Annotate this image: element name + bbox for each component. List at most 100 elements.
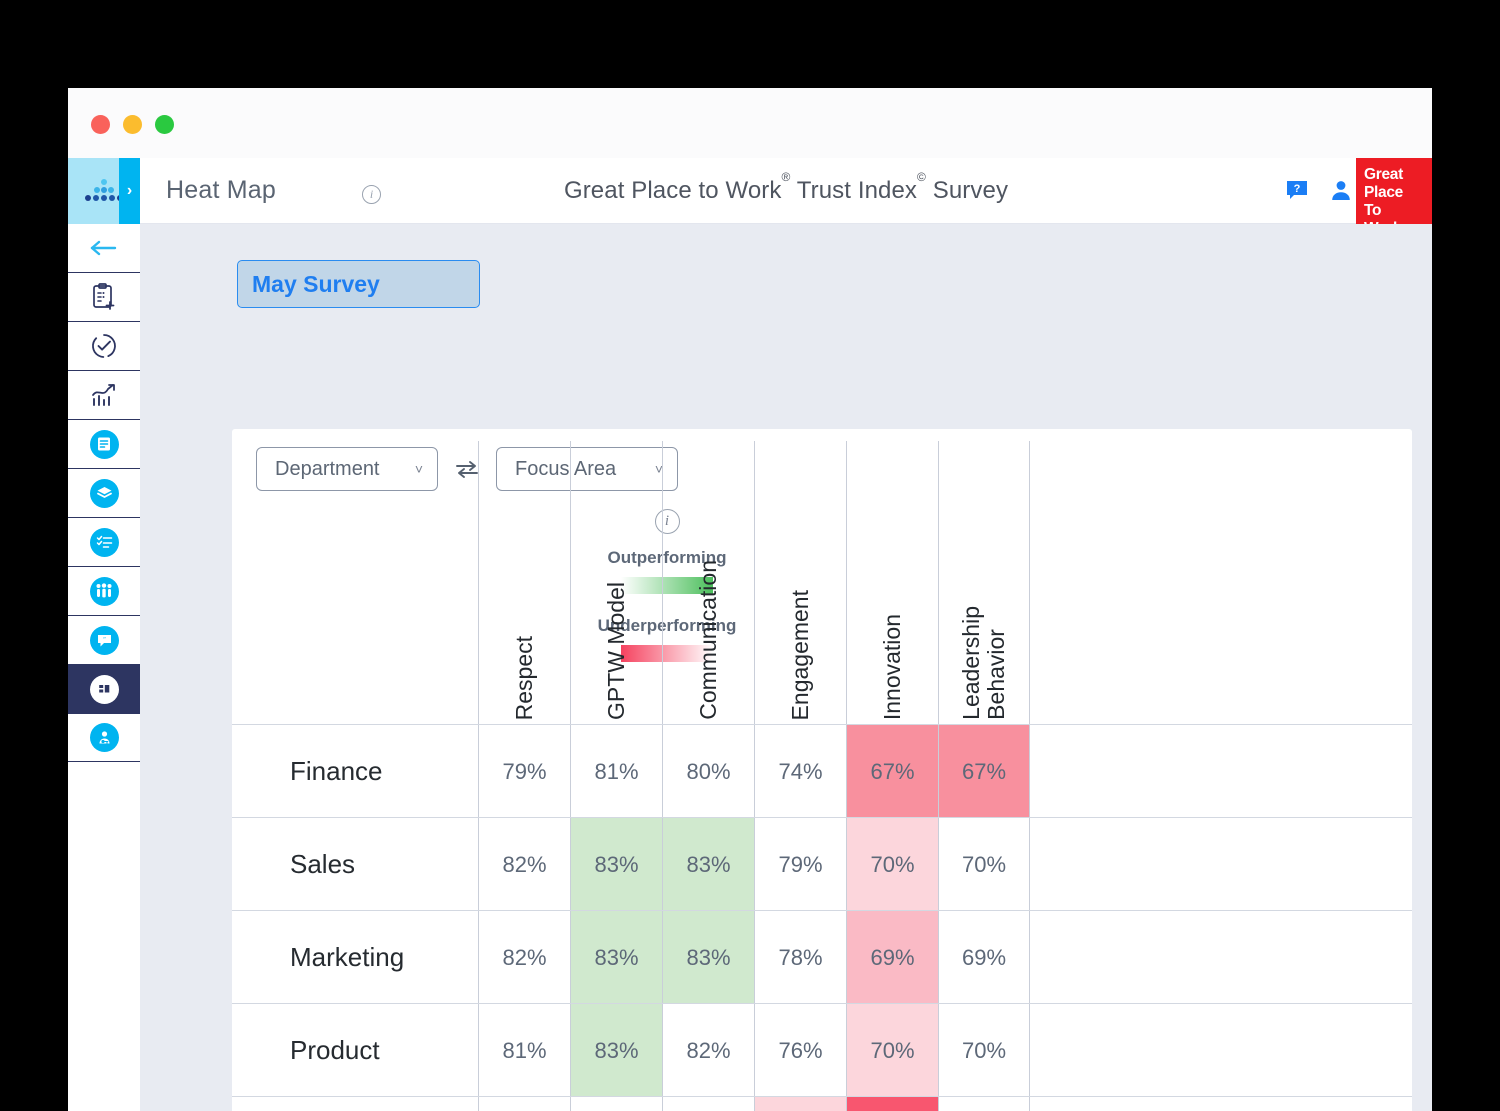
document-icon-wrap [89, 429, 119, 459]
heatmap-col-header-label: Leadership Behavior [958, 606, 1009, 720]
heatmap-cell[interactable]: 74% [754, 725, 846, 818]
user-avatar-icon[interactable] [1330, 179, 1352, 201]
sidebar-item-checklist[interactable] [68, 517, 140, 566]
heatmap-col-header-label: Communication [695, 560, 721, 720]
heatmap-cell[interactable]: 70% [938, 1004, 1030, 1097]
chevron-down-icon: ˅ [414, 461, 423, 477]
heatmap-cell[interactable]: 67% [938, 725, 1030, 818]
sidebar-item-account[interactable] [68, 713, 140, 762]
survey-title: Great Place to Work® Trust Index© Survey [140, 170, 1432, 205]
heatmap-icon [97, 683, 111, 695]
swap-arrows-icon[interactable] [454, 459, 480, 479]
heatmap-cell[interactable]: 82% [662, 1004, 754, 1097]
heatmap-cell[interactable] [478, 1097, 570, 1111]
heatmap-cell[interactable]: 70% [846, 818, 938, 911]
sidebar-item-people[interactable] [68, 566, 140, 615]
heatmap-cell[interactable]: 78% [754, 911, 846, 1004]
sidebar-rail: › ” [68, 158, 140, 1111]
comment-quote-icon-wrap: ” [89, 625, 119, 655]
heatmap-cell[interactable]: 83% [570, 818, 662, 911]
heatmap-cell[interactable]: 82% [478, 911, 570, 1004]
browser-window: › ” Heat Map i Great Place to Work® Trus… [68, 88, 1432, 1111]
sidebar-logo[interactable]: › [68, 158, 140, 224]
people-group-icon [96, 583, 112, 598]
table-row [232, 1096, 1412, 1111]
logo-line-1: Great [1364, 166, 1403, 183]
window-titlebar [68, 88, 1432, 158]
arrow-left-icon [90, 240, 117, 256]
sidebar-back-button[interactable] [68, 224, 140, 272]
heatmap-column-headers: Respect GPTW Model Communication Engagement… [478, 441, 1030, 724]
heatmap-row-cells: 81% 83% 82% 76% 70% 70% [478, 1004, 1030, 1097]
table-row: Marketing 82% 83% 83% 78% 69% 69% [232, 910, 1412, 1004]
heatmap-col-header-label: GPTW Model [603, 581, 629, 720]
table-row: Finance 79% 81% 80% 74% 67% 67% [232, 724, 1412, 818]
heatmap-cell[interactable]: 83% [570, 911, 662, 1004]
heatmap-cell[interactable]: 83% [570, 1004, 662, 1097]
heatmap-col-header: Leadership Behavior [938, 441, 1030, 724]
maximize-window-button[interactable] [155, 115, 174, 134]
help-chat-icon[interactable]: ? [1286, 180, 1308, 201]
survey-tab-may[interactable]: May Survey [237, 260, 480, 308]
sidebar-item-survey-status[interactable] [68, 321, 140, 370]
minimize-window-button[interactable] [123, 115, 142, 134]
heatmap-cell[interactable] [846, 1097, 938, 1111]
heatmap-cell[interactable]: 83% [662, 911, 754, 1004]
heatmap-col-header-label: Respect [511, 635, 537, 720]
survey-title-b: Trust Index [790, 177, 918, 204]
heatmap-row-label: Marketing [290, 941, 405, 972]
heatmap-cell[interactable]: 80% [662, 725, 754, 818]
heatmap-cell[interactable]: 81% [570, 725, 662, 818]
heatmap-col-header: Engagement [754, 441, 846, 724]
layers-icon [96, 487, 112, 498]
heatmap-cell[interactable]: 76% [754, 1004, 846, 1097]
heatmap-cell[interactable]: 79% [478, 725, 570, 818]
chart-trend-icon [92, 384, 115, 406]
svg-text:”: ” [103, 637, 106, 643]
heatmap-row-cells: 82% 83% 83% 78% 69% 69% [478, 911, 1030, 1004]
heatmap-col-header: Innovation [846, 441, 938, 724]
close-window-button[interactable] [91, 115, 110, 134]
heatmap-col-header: GPTW Model [570, 441, 662, 724]
survey-title-c: Survey [925, 177, 1009, 204]
sidebar-item-new-survey[interactable] [68, 272, 140, 321]
heatmap-cell[interactable]: 70% [846, 1004, 938, 1097]
content-area: May Survey Department ˅ Focus Area ˅ i O… [140, 224, 1432, 1111]
sidebar-item-analytics[interactable] [68, 370, 140, 419]
heatmap-cell[interactable]: 83% [662, 818, 754, 911]
heatmap-cell[interactable] [570, 1097, 662, 1111]
checklist-icon [96, 535, 112, 548]
heatmap-row-label: Finance [290, 755, 383, 786]
sidebar-item-reports[interactable] [68, 419, 140, 468]
heatmap-cell[interactable]: 67% [846, 725, 938, 818]
user-key-icon [99, 730, 109, 744]
sidebar-expand-button[interactable]: › [119, 158, 140, 224]
heatmap-rows: Finance 79% 81% 80% 74% 67% 67% Sales 82% 83% 83% 7… [232, 724, 1412, 1111]
heatmap-row-cells [478, 1097, 1030, 1111]
heatmap-cell[interactable]: 69% [846, 911, 938, 1004]
heatmap-cell[interactable]: 70% [938, 818, 1030, 911]
heatmap-cell[interactable]: 79% [754, 818, 846, 911]
heatmap-col-header-label: Engagement [787, 589, 813, 720]
heatmap-cell[interactable]: 82% [478, 818, 570, 911]
checklist-icon-wrap [89, 527, 119, 557]
document-icon [98, 437, 110, 451]
heatmap-panel: Department ˅ Focus Area ˅ i Outperformin… [232, 429, 1412, 1111]
sidebar-item-layers[interactable] [68, 468, 140, 517]
svg-text:?: ? [1294, 183, 1301, 195]
heatmap-row-label: Product [290, 1034, 380, 1065]
logo-line-2: Place [1364, 184, 1404, 201]
heatmap-cell[interactable]: 81% [478, 1004, 570, 1097]
heatmap-col-header-label: Innovation [879, 613, 905, 720]
heatmap-cell[interactable]: 69% [938, 911, 1030, 1004]
comment-quote-icon: ” [97, 634, 111, 646]
registered-mark: ® [781, 169, 791, 184]
sidebar-item-heatmap[interactable] [68, 664, 140, 713]
heatmap-cell[interactable] [662, 1097, 754, 1111]
sidebar-item-comments[interactable]: ” [68, 615, 140, 664]
heatmap-cell[interactable] [938, 1097, 1030, 1111]
department-dropdown[interactable]: Department ˅ [256, 447, 438, 491]
heatmap-cell[interactable] [754, 1097, 846, 1111]
heatmap-row-cells: 79% 81% 80% 74% 67% 67% [478, 725, 1030, 818]
table-row: Product 81% 83% 82% 76% 70% 70% [232, 1003, 1412, 1097]
